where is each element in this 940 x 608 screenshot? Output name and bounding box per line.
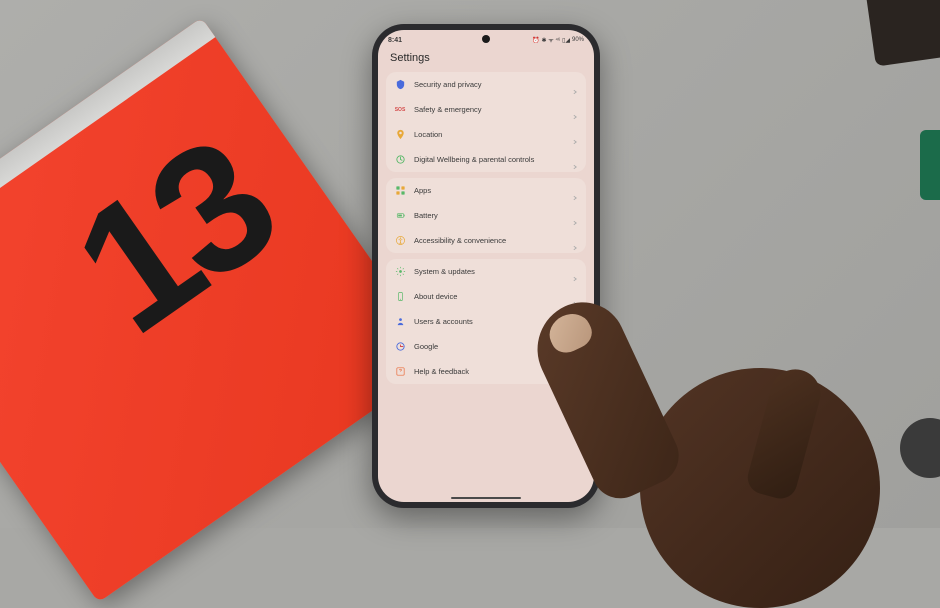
- item-label: Digital Wellbeing & parental controls: [414, 155, 572, 164]
- corner-object-green: [920, 130, 940, 200]
- shield-icon: [394, 79, 406, 91]
- item-label: Location: [414, 130, 572, 139]
- chevron-right-icon: [572, 344, 578, 350]
- chevron-right-icon: [572, 369, 578, 375]
- chevron-right-icon: [572, 238, 578, 244]
- corner-object-top: [865, 0, 940, 67]
- google-icon: [394, 341, 406, 353]
- item-label: Battery: [414, 211, 572, 220]
- chevron-right-icon: [572, 294, 578, 300]
- settings-item-battery[interactable]: Battery: [386, 203, 586, 228]
- settings-item-location[interactable]: Location: [386, 122, 586, 147]
- settings-item-shield[interactable]: Security and privacy: [386, 72, 586, 97]
- chevron-right-icon: [572, 107, 578, 113]
- device-icon: [394, 291, 406, 303]
- chevron-right-icon: [572, 188, 578, 194]
- status-time: 8:41: [388, 37, 402, 44]
- settings-item-google[interactable]: Google: [386, 334, 586, 359]
- users-icon: [394, 316, 406, 328]
- chevron-right-icon: [572, 132, 578, 138]
- page-title: Settings: [390, 52, 582, 64]
- apps-icon: [394, 185, 406, 197]
- page-header: Settings: [378, 48, 594, 72]
- item-label: Apps: [414, 186, 572, 195]
- sos-icon: SOS: [394, 104, 406, 116]
- nav-gesture-bar[interactable]: [451, 497, 521, 500]
- battery-icon: [394, 210, 406, 222]
- settings-group: Security and privacy SOS Safety & emergenc…: [386, 72, 586, 172]
- item-label: Google: [414, 342, 572, 351]
- phone-frame: 8:41 ⏰ ✱ ᯤ ⁴⁶ ▯◢ 90% Settings Security a…: [372, 24, 600, 508]
- help-icon: [394, 366, 406, 378]
- system-icon: [394, 266, 406, 278]
- accessibility-icon: [394, 235, 406, 247]
- item-label: Help & feedback: [414, 367, 572, 376]
- item-label: System & updates: [414, 267, 572, 276]
- settings-group: Apps Battery Accessibility & convenience: [386, 178, 586, 253]
- settings-item-apps[interactable]: Apps: [386, 178, 586, 203]
- item-label: Security and privacy: [414, 80, 572, 89]
- location-icon: [394, 129, 406, 141]
- settings-item-device[interactable]: About device: [386, 284, 586, 309]
- settings-item-sos[interactable]: SOS Safety & emergency: [386, 97, 586, 122]
- battery-percent: 90%: [572, 37, 584, 43]
- settings-item-system[interactable]: System & updates: [386, 259, 586, 284]
- chevron-right-icon: [572, 269, 578, 275]
- item-label: About device: [414, 292, 572, 301]
- corner-logo-badge: [814, 504, 850, 524]
- item-label: Accessibility & convenience: [414, 236, 572, 245]
- chevron-right-icon: [572, 82, 578, 88]
- settings-item-accessibility[interactable]: Accessibility & convenience: [386, 228, 586, 253]
- item-label: Users & accounts: [414, 317, 572, 326]
- camera-hole: [482, 35, 490, 43]
- settings-item-users[interactable]: Users & accounts: [386, 309, 586, 334]
- phone-screen: 8:41 ⏰ ✱ ᯤ ⁴⁶ ▯◢ 90% Settings Security a…: [378, 30, 594, 502]
- chevron-right-icon: [572, 157, 578, 163]
- status-indicators: ⏰ ✱ ᯤ ⁴⁶ ▯◢ 90%: [532, 36, 584, 44]
- chevron-right-icon: [572, 319, 578, 325]
- settings-list[interactable]: Security and privacy SOS Safety & emergenc…: [378, 72, 594, 384]
- settings-group: System & updates About device Users & acco…: [386, 259, 586, 384]
- chevron-right-icon: [572, 213, 578, 219]
- box-number-text: 13: [39, 101, 305, 374]
- settings-item-help[interactable]: Help & feedback: [386, 359, 586, 384]
- item-label: Safety & emergency: [414, 105, 572, 114]
- wellbeing-icon: [394, 154, 406, 166]
- settings-item-wellbeing[interactable]: Digital Wellbeing & parental controls: [386, 147, 586, 172]
